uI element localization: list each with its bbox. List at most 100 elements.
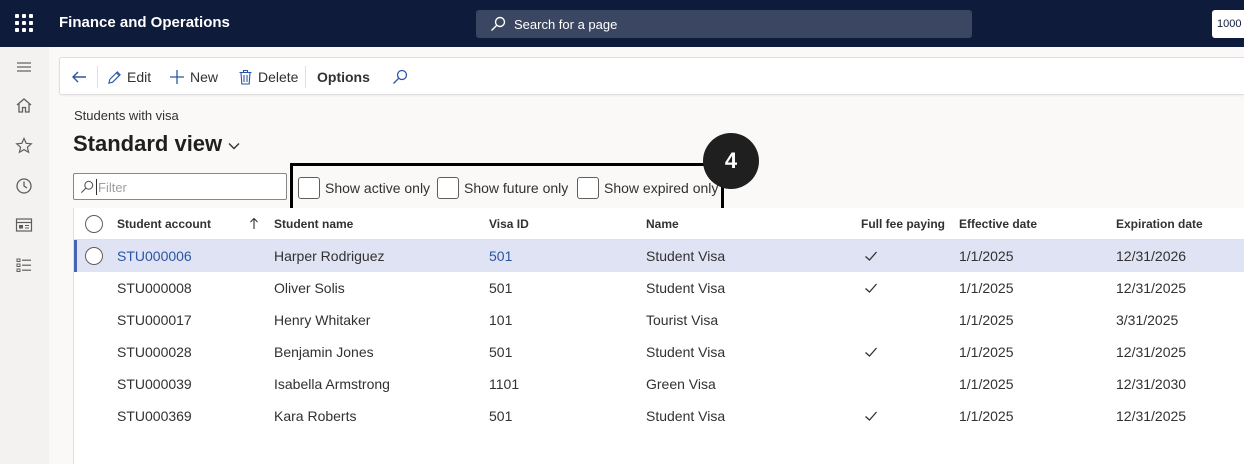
cell-visa-id[interactable]: 1101 — [489, 376, 519, 392]
new-label: New — [190, 69, 219, 85]
cell-name: Student Visa — [646, 344, 726, 360]
action-pane: Edit New Delete Options — [59, 57, 1244, 95]
waffle-icon[interactable] — [15, 14, 33, 32]
delete-button[interactable]: Delete — [238, 58, 298, 96]
search-icon — [80, 180, 94, 194]
cell-name: Green Visa — [646, 376, 716, 392]
cell-expiration-date: 12/31/2025 — [1116, 408, 1187, 424]
cell-student-account[interactable]: STU000028 — [117, 344, 192, 360]
plus-icon — [170, 70, 184, 84]
show-future-only-checkbox[interactable]: Show future only — [437, 176, 568, 199]
step-number-badge: 4 — [703, 133, 759, 189]
company-picker[interactable]: 1000 — [1212, 10, 1244, 38]
delete-label: Delete — [258, 69, 299, 85]
cell-visa-id[interactable]: 501 — [489, 248, 512, 264]
cell-name: Student Visa — [646, 408, 726, 424]
pencil-icon — [108, 70, 121, 84]
checkmark-icon — [865, 251, 877, 261]
hamburger-menu-icon[interactable] — [14, 57, 34, 77]
search-icon — [393, 69, 408, 84]
cell-student-account[interactable]: STU000369 — [117, 408, 192, 424]
cell-student-name: Isabella Armstrong — [274, 376, 390, 392]
cell-visa-id[interactable]: 101 — [489, 312, 512, 328]
cell-visa-id[interactable]: 501 — [489, 280, 512, 296]
select-all-radio[interactable] — [85, 215, 103, 233]
show-expired-only-checkbox[interactable]: Show expired only — [577, 176, 718, 199]
search-icon — [491, 16, 506, 31]
cell-effective-date: 1/1/2025 — [959, 280, 1014, 296]
divider — [305, 66, 306, 88]
back-button[interactable] — [70, 58, 93, 96]
table-row[interactable]: STU000039 Isabella Armstrong 1101 Green Vis… — [74, 368, 1244, 400]
header-student-account[interactable]: Student account — [117, 217, 211, 231]
edit-label: Edit — [127, 69, 152, 85]
show-future-only-label: Show future only — [464, 179, 569, 196]
cell-student-account[interactable]: STU000006 — [117, 248, 192, 264]
divider — [97, 66, 98, 88]
show-active-only-checkbox[interactable]: Show active only — [298, 176, 430, 199]
cell-visa-id[interactable]: 501 — [489, 344, 512, 360]
cell-student-name: Henry Whitaker — [274, 312, 371, 328]
top-nav-bar: Finance and Operations Search for a page… — [0, 0, 1244, 47]
new-button[interactable]: New — [169, 58, 218, 96]
show-expired-only-label: Show expired only — [604, 179, 719, 196]
page-caption: Students with visa — [74, 108, 179, 123]
trash-icon — [239, 69, 252, 85]
checkbox-box[interactable] — [298, 176, 320, 199]
recent-clock-icon[interactable] — [14, 176, 34, 196]
checkmark-icon — [865, 283, 877, 293]
header-effective-date[interactable]: Effective date — [959, 217, 1037, 231]
action-search-button[interactable] — [392, 58, 413, 96]
grid-header-row: Student account Student name Visa ID Nam… — [74, 208, 1244, 240]
cell-student-account[interactable]: STU000017 — [117, 312, 192, 328]
table-row[interactable]: STU000008 Oliver Solis 501 Student Visa 1/1/… — [74, 272, 1244, 304]
header-expiration-date[interactable]: Expiration date — [1116, 217, 1203, 231]
modules-list-icon[interactable] — [14, 255, 34, 275]
cell-expiration-date: 12/31/2025 — [1116, 280, 1187, 296]
checkbox-box[interactable] — [577, 176, 599, 199]
cell-student-name: Kara Roberts — [274, 408, 357, 424]
edit-button[interactable]: Edit — [107, 58, 151, 96]
cell-effective-date: 1/1/2025 — [959, 376, 1014, 392]
cell-student-account[interactable]: STU000039 — [117, 376, 192, 392]
view-title: Standard view — [73, 131, 223, 156]
students-grid: Student account Student name Visa ID Nam… — [73, 208, 1244, 464]
cell-effective-date: 1/1/2025 — [959, 344, 1014, 360]
view-selector[interactable]: Standard view — [73, 131, 240, 157]
cell-expiration-date: 12/31/2026 — [1116, 248, 1187, 264]
cell-expiration-date: 3/31/2025 — [1116, 312, 1179, 328]
options-tab[interactable]: Options — [317, 58, 370, 96]
back-arrow-icon — [72, 71, 86, 83]
table-row[interactable]: STU000369 Kara Roberts 501 Student Visa 1/1/… — [74, 400, 1244, 432]
workspaces-icon[interactable] — [14, 215, 34, 235]
cell-student-account[interactable]: STU000008 — [117, 280, 192, 296]
checkbox-box[interactable] — [437, 176, 459, 199]
filter-input[interactable]: Filter — [73, 173, 287, 200]
cell-expiration-date: 12/31/2030 — [1116, 376, 1187, 392]
cell-effective-date: 1/1/2025 — [959, 408, 1014, 424]
app-title[interactable]: Finance and Operations — [59, 14, 230, 31]
table-row[interactable]: STU000028 Benjamin Jones 501 Student Visa 1/… — [74, 336, 1244, 368]
selected-row-indicator — [74, 240, 77, 272]
search-placeholder: Search for a page — [514, 17, 618, 32]
checkmark-icon — [865, 347, 877, 357]
header-student-name[interactable]: Student name — [274, 217, 353, 231]
cell-name: Tourist Visa — [646, 312, 719, 328]
cell-visa-id[interactable]: 501 — [489, 408, 512, 424]
show-active-only-label: Show active only — [325, 179, 431, 196]
page-search-box[interactable]: Search for a page — [476, 10, 972, 38]
header-visa-id[interactable]: Visa ID — [489, 217, 529, 231]
header-name[interactable]: Name — [646, 217, 679, 231]
cell-expiration-date: 12/31/2025 — [1116, 344, 1187, 360]
cell-name: Student Visa — [646, 248, 726, 264]
chevron-down-icon — [228, 143, 240, 150]
cell-name: Student Visa — [646, 280, 726, 296]
row-select-radio[interactable] — [85, 247, 103, 265]
cell-effective-date: 1/1/2025 — [959, 248, 1014, 264]
table-row[interactable]: STU000006 Harper Rodriguez 501 Student Visa… — [74, 240, 1244, 272]
sort-ascending-icon[interactable] — [249, 217, 259, 230]
header-full-fee-paying[interactable]: Full fee paying — [861, 217, 945, 231]
home-icon[interactable] — [14, 96, 34, 116]
favorites-star-icon[interactable] — [14, 136, 34, 156]
table-row[interactable]: STU000017 Henry Whitaker 101 Tourist Visa 1/… — [74, 304, 1244, 336]
